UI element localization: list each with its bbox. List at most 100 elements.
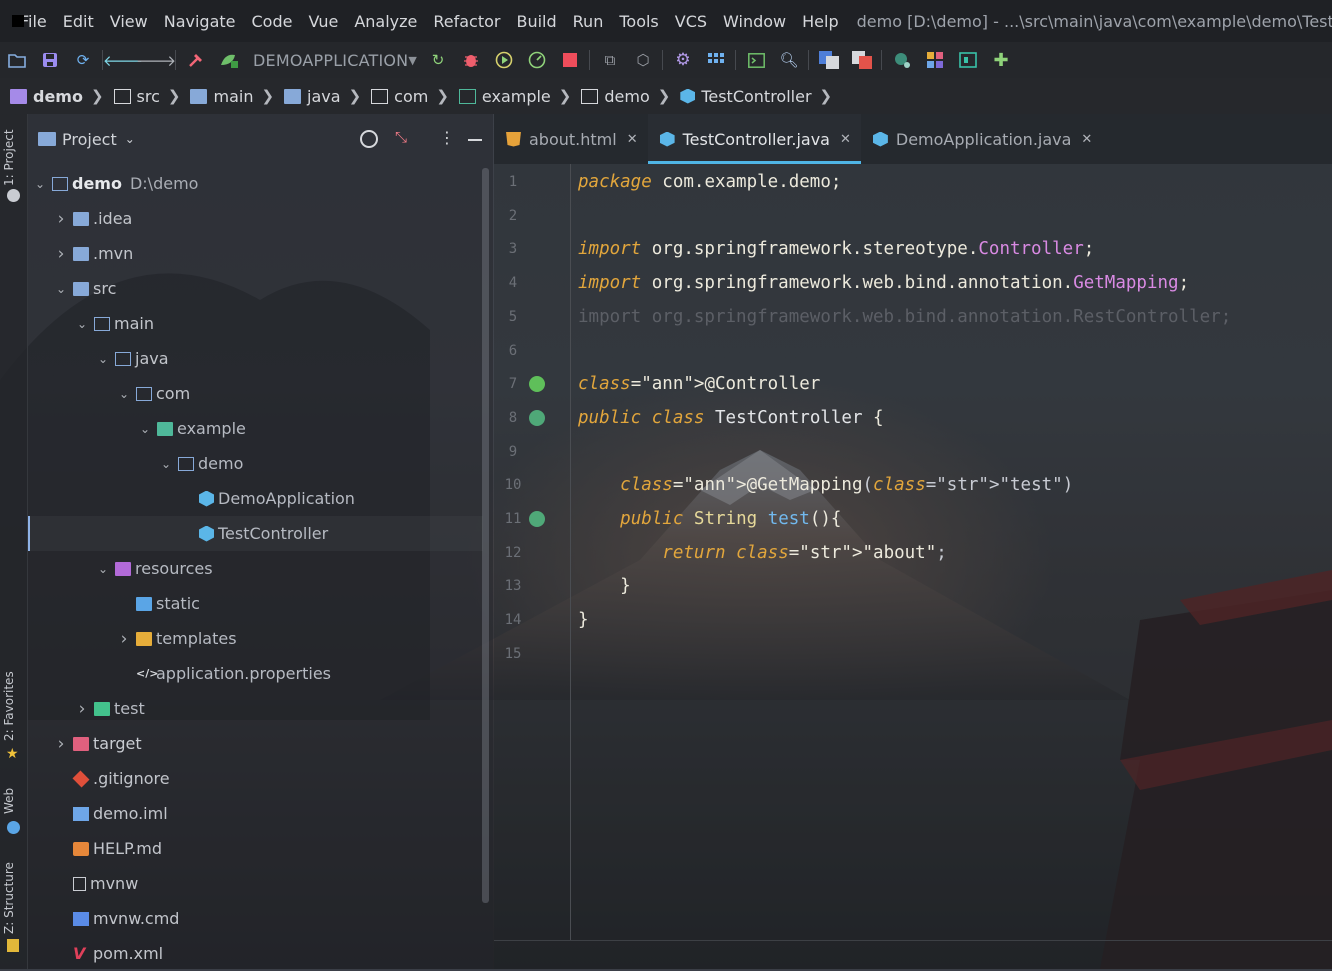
tree-item[interactable]: ⌄ example [28, 411, 483, 446]
tree-item[interactable]: ⌄ demo D:\demo [28, 166, 483, 201]
sync-icon[interactable]: ⟳ [73, 50, 93, 70]
chevron-right-icon[interactable]: › [55, 244, 67, 264]
hide-panel-icon[interactable] [468, 139, 482, 141]
tree-item[interactable]: HELP.md [28, 831, 483, 866]
breadcrumb-item[interactable]: TestController ❯ [670, 87, 832, 106]
forward-icon[interactable]: 🡒 [136, 50, 176, 70]
rerun-icon[interactable]: ↻ [428, 50, 448, 70]
code-line[interactable]: 15 [494, 637, 532, 671]
tree-item[interactable]: ⌄ java [28, 341, 483, 376]
chevron-right-icon[interactable]: › [55, 209, 67, 229]
tree-item[interactable]: static [28, 586, 483, 621]
favorites-tool-tab[interactable]: 2: Favorites [2, 671, 16, 741]
close-icon[interactable]: ✕ [627, 132, 638, 147]
breadcrumb-item[interactable]: example ❯ [449, 87, 571, 106]
tree-item[interactable]: ⌄ com [28, 376, 483, 411]
tree-item[interactable]: mvnw [28, 866, 483, 901]
code-line[interactable]: 3 import org.springframework.stereotype.C… [494, 232, 1095, 266]
breadcrumb-item[interactable]: com ❯ [361, 87, 449, 106]
tree-item[interactable]: › test [28, 691, 483, 726]
editor-tab[interactable]: about.html ✕ [494, 114, 648, 164]
build-hammer-icon[interactable] [186, 50, 206, 70]
code-line[interactable]: 5 import org.springframework.web.bind.ann… [494, 300, 1231, 334]
web-tool-tab[interactable]: Web [2, 788, 16, 814]
menu-help[interactable]: Help [802, 12, 838, 31]
menu-tools[interactable]: Tools [619, 12, 658, 31]
code-line[interactable]: 7 class="ann">@Controller [494, 367, 821, 401]
plugin-c-icon[interactable] [958, 50, 978, 70]
project-structure-icon[interactable] [706, 50, 726, 70]
editor-tab[interactable]: TestController.java ✕ [647, 114, 862, 164]
menu-vcs[interactable]: VCS [675, 12, 707, 31]
project-view-selector[interactable]: Project ⌄ [62, 130, 135, 149]
menu-refactor[interactable]: Refactor [433, 12, 500, 31]
tree-item[interactable]: DemoApplication [28, 481, 483, 516]
run-coverage-icon[interactable] [494, 50, 514, 70]
terminal-icon[interactable] [746, 50, 766, 70]
code-line[interactable]: 4 import org.springframework.web.bind.ann… [494, 266, 1189, 300]
tree-item[interactable]: TestController [28, 516, 483, 551]
chevron-right-icon[interactable]: › [55, 734, 67, 754]
chevron-right-icon[interactable]: › [76, 699, 88, 719]
menu-window[interactable]: Window [723, 12, 786, 31]
tree-item[interactable]: ⌄ demo [28, 446, 483, 481]
menu-view[interactable]: View [110, 12, 148, 31]
tree-item[interactable]: Vpom.xml [28, 936, 483, 971]
spring-mapping-icon[interactable] [529, 511, 545, 527]
menu-build[interactable]: Build [516, 12, 556, 31]
back-icon[interactable]: 🡐 [103, 50, 143, 70]
chevron-down-icon[interactable]: ⌄ [97, 562, 109, 576]
tree-item[interactable]: </> application.properties [28, 656, 483, 691]
breadcrumb-item[interactable]: main ❯ [180, 87, 274, 106]
code-line[interactable]: 8 public class TestController { [494, 401, 884, 435]
spring-bean-icon[interactable] [529, 409, 545, 426]
chevron-down-icon[interactable]: ⌄ [118, 387, 130, 401]
locate-file-icon[interactable] [360, 130, 378, 148]
more-options-icon[interactable]: ⋮ [439, 128, 455, 147]
translate-alt-icon[interactable] [852, 50, 872, 70]
code-line[interactable]: 14} [494, 603, 589, 637]
chevron-down-icon[interactable]: ⌄ [34, 177, 46, 191]
tree-item[interactable]: demo.iml [28, 796, 483, 831]
code-line[interactable]: 6 [494, 334, 532, 368]
collapse-all-icon[interactable]: ⤡ [395, 128, 407, 146]
menu-run[interactable]: Run [573, 12, 604, 31]
open-folder-icon[interactable] [7, 50, 27, 70]
menu-navigate[interactable]: Navigate [164, 12, 236, 31]
tree-item[interactable]: › target [28, 726, 483, 761]
editor-tab[interactable]: DemoApplication.java ✕ [861, 114, 1102, 164]
code-editor[interactable]: 1 package com.example.demo; 2 3 import org.s… [494, 164, 1332, 969]
chevron-down-icon[interactable]: ⌄ [55, 282, 67, 296]
code-line[interactable]: 11 public String test(){ [494, 502, 842, 536]
breadcrumb-item[interactable]: java ❯ [274, 87, 361, 106]
translate-icon[interactable] [819, 50, 839, 70]
chevron-down-icon[interactable]: ⌄ [97, 352, 109, 366]
deploy-icon[interactable]: ⬡ [633, 50, 653, 70]
plugin-d-icon[interactable]: ✚ [991, 50, 1011, 71]
menu-analyze[interactable]: Analyze [354, 12, 417, 31]
tree-item[interactable]: ⌄ resources [28, 551, 483, 586]
chevron-down-icon[interactable]: ⌄ [76, 317, 88, 331]
tree-item[interactable]: › templates [28, 621, 483, 656]
tree-item[interactable]: › .idea [28, 201, 483, 236]
code-line[interactable]: 2 [494, 199, 532, 233]
tree-item[interactable]: ⌄ src [28, 271, 483, 306]
tree-item[interactable]: mvnw.cmd [28, 901, 483, 936]
tree-item[interactable]: .gitignore [28, 761, 483, 796]
run-configuration-selector[interactable]: DEMOAPPLICATION ▼ [253, 51, 417, 70]
project-scrollbar[interactable] [482, 168, 489, 903]
menu-edit[interactable]: Edit [63, 12, 94, 31]
code-line[interactable]: 12 return class="str">"about"; [494, 536, 947, 570]
save-icon[interactable] [40, 50, 60, 70]
structure-tool-tab[interactable]: Z: Structure [2, 862, 16, 934]
code-line[interactable]: 10 class="ann">@GetMapping(class="str">"… [494, 468, 1074, 502]
debug-icon[interactable] [461, 50, 481, 70]
breadcrumb-item[interactable]: src ❯ [104, 87, 180, 106]
search-icon[interactable]: 🔍︎ [779, 50, 799, 70]
code-line[interactable]: 1 package com.example.demo; [494, 165, 842, 199]
settings-icon[interactable]: ⚙ [673, 50, 693, 70]
menu-vue[interactable]: Vue [308, 12, 338, 31]
close-icon[interactable]: ✕ [840, 132, 851, 147]
chevron-down-icon[interactable]: ⌄ [160, 457, 172, 471]
chevron-down-icon[interactable]: ⌄ [139, 422, 151, 436]
